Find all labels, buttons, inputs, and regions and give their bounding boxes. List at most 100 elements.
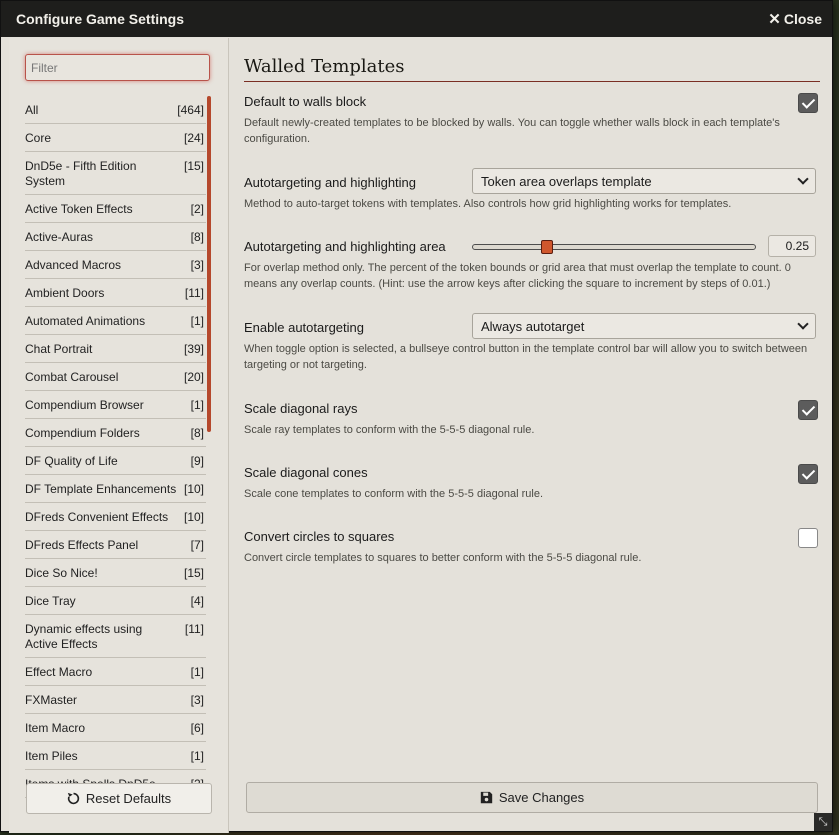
category-count: [8] bbox=[190, 230, 204, 244]
setting-label: Scale diagonal rays bbox=[244, 401, 358, 416]
category-name: Compendium Browser bbox=[25, 398, 144, 412]
category-count: [1] bbox=[190, 665, 204, 679]
sidebar-category-item[interactable]: Item Piles [1] bbox=[25, 742, 206, 770]
setting-label: Scale diagonal cones bbox=[244, 465, 368, 480]
category-count: [39] bbox=[183, 342, 204, 356]
category-name: Core bbox=[25, 131, 52, 145]
category-name: DF Template Enhancements bbox=[25, 482, 177, 496]
category-name: Dice Tray bbox=[25, 594, 76, 608]
diagonal-rays-checkbox[interactable] bbox=[798, 400, 818, 420]
category-count: [1] bbox=[190, 398, 204, 412]
area-value-input[interactable]: 0.25 bbox=[768, 235, 816, 257]
category-count: [4] bbox=[190, 594, 204, 608]
setting-walls-block: Default to walls block Default newly-cre… bbox=[244, 93, 818, 147]
undo-icon bbox=[67, 792, 80, 805]
category-name: FXMaster bbox=[25, 693, 78, 707]
settings-window: Configure Game Settings ✕ Close All [464]… bbox=[0, 0, 833, 833]
category-sidebar: All [464] Core [24] DnD5e - Fifth Edition Sy… bbox=[9, 38, 229, 833]
sidebar-category-item[interactable]: Core [24] bbox=[25, 124, 206, 152]
category-name: Item Piles bbox=[25, 749, 78, 763]
sidebar-scrollbar[interactable] bbox=[207, 96, 211, 432]
category-name: Active Token Effects bbox=[25, 202, 133, 216]
sidebar-category-item[interactable]: FXMaster [3] bbox=[25, 686, 206, 714]
category-count: [9] bbox=[190, 454, 204, 468]
category-count: [11] bbox=[184, 286, 204, 300]
window-title: Configure Game Settings bbox=[16, 11, 185, 27]
sidebar-category-item[interactable]: DnD5e - Fifth Edition System [15] bbox=[25, 152, 206, 195]
setting-autotargeting: Autotargeting and highlighting Token are… bbox=[244, 168, 818, 212]
sidebar-category-item[interactable]: DF Quality of Life [9] bbox=[25, 447, 206, 475]
close-icon: ✕ bbox=[768, 11, 781, 28]
setting-circles-squares: Convert circles to squares Convert circl… bbox=[244, 528, 818, 566]
sidebar-category-item[interactable]: Dice So Nice! [15] bbox=[25, 559, 206, 587]
category-count: [3] bbox=[190, 258, 204, 272]
category-count: [20] bbox=[183, 370, 204, 384]
category-count: [10] bbox=[183, 510, 204, 524]
close-button[interactable]: ✕ Close bbox=[768, 10, 822, 28]
setting-hint: Method to auto-target tokens with templa… bbox=[244, 198, 732, 210]
diagonal-cones-checkbox[interactable] bbox=[798, 464, 818, 484]
reset-defaults-button[interactable]: Reset Defaults bbox=[26, 783, 212, 814]
setting-enable-autotargeting: Enable autotargeting Always autotarget W… bbox=[244, 313, 818, 373]
sidebar-category-item[interactable]: Item Macro [6] bbox=[25, 714, 206, 742]
category-name: Chat Portrait bbox=[25, 342, 93, 356]
sidebar-category-item[interactable]: Compendium Browser [1] bbox=[25, 391, 206, 419]
circles-squares-checkbox[interactable] bbox=[798, 528, 818, 548]
enable-autotargeting-select[interactable]: Always autotarget bbox=[472, 313, 816, 339]
settings-panel: Walled Templates Default to walls block … bbox=[230, 38, 833, 833]
category-name: Ambient Doors bbox=[25, 286, 105, 300]
category-count: [15] bbox=[183, 566, 204, 580]
category-name: Dynamic effects using Active Effects bbox=[25, 622, 143, 651]
sidebar-category-item[interactable]: Combat Carousel [20] bbox=[25, 363, 206, 391]
category-name: Automated Animations bbox=[25, 314, 146, 328]
autotargeting-select[interactable]: Token area overlaps template bbox=[472, 168, 816, 194]
setting-hint: Convert circle templates to squares to b… bbox=[244, 552, 642, 564]
save-changes-button[interactable]: Save Changes bbox=[246, 782, 818, 813]
category-count: [10] bbox=[183, 482, 204, 496]
select-value: Token area overlaps template bbox=[481, 173, 652, 189]
resize-handle-icon[interactable]: ⤡ bbox=[814, 813, 832, 831]
save-changes-label: Save Changes bbox=[498, 790, 585, 805]
sidebar-category-item[interactable]: DFreds Convenient Effects [10] bbox=[25, 503, 206, 531]
setting-hint: When toggle option is selected, a bullse… bbox=[244, 343, 808, 371]
category-name: Combat Carousel bbox=[25, 370, 119, 384]
sidebar-category-item[interactable]: Automated Animations [1] bbox=[25, 307, 206, 335]
setting-hint: Default newly-created templates to be bl… bbox=[244, 117, 780, 145]
category-name: Item Macro bbox=[25, 721, 86, 735]
area-slider-thumb[interactable] bbox=[541, 240, 553, 254]
category-name: DnD5e - Fifth Edition System bbox=[25, 159, 137, 188]
sidebar-category-item[interactable]: Chat Portrait [39] bbox=[25, 335, 206, 363]
select-value: Always autotarget bbox=[481, 318, 585, 334]
sidebar-category-item[interactable]: Ambient Doors [11] bbox=[25, 279, 206, 307]
category-count: [6] bbox=[190, 721, 204, 735]
sidebar-category-item[interactable]: Dynamic effects using Active Effects [11] bbox=[25, 615, 206, 658]
sidebar-category-item[interactable]: DF Template Enhancements [10] bbox=[25, 475, 206, 503]
sidebar-category-item[interactable]: Effect Macro [1] bbox=[25, 658, 206, 686]
setting-label: Default to walls block bbox=[244, 94, 367, 109]
sidebar-category-item[interactable]: All [464] bbox=[25, 96, 206, 124]
category-name: DF Quality of Life bbox=[25, 454, 118, 468]
area-slider-track[interactable] bbox=[472, 240, 756, 254]
category-count: [8] bbox=[190, 426, 204, 440]
window-titlebar[interactable]: Configure Game Settings ✕ Close bbox=[1, 1, 832, 37]
sidebar-category-item[interactable]: DFreds Effects Panel [7] bbox=[25, 531, 206, 559]
category-name: Active-Auras bbox=[25, 230, 94, 244]
category-count: [464] bbox=[177, 103, 204, 117]
walls-block-checkbox[interactable] bbox=[798, 93, 818, 113]
setting-label: Convert circles to squares bbox=[244, 529, 395, 544]
chevron-down-icon bbox=[797, 318, 809, 330]
filter-input[interactable] bbox=[25, 54, 210, 81]
sidebar-category-item[interactable]: Advanced Macros [3] bbox=[25, 251, 206, 279]
category-count: [7] bbox=[190, 538, 204, 552]
sidebar-category-item[interactable]: Active Token Effects [2] bbox=[25, 195, 206, 223]
category-name: All bbox=[25, 103, 39, 117]
category-list: All [464] Core [24] DnD5e - Fifth Edition Sy… bbox=[25, 96, 206, 798]
sidebar-category-item[interactable]: Active-Auras [8] bbox=[25, 223, 206, 251]
sidebar-category-item[interactable]: Compendium Folders [8] bbox=[25, 419, 206, 447]
category-count: [1] bbox=[190, 314, 204, 328]
sidebar-category-item[interactable]: Dice Tray [4] bbox=[25, 587, 206, 615]
category-count: [3] bbox=[190, 693, 204, 707]
reset-defaults-label: Reset Defaults bbox=[85, 791, 172, 806]
category-count: [15] bbox=[183, 159, 204, 173]
setting-diagonal-cones: Scale diagonal cones Scale cone template… bbox=[244, 464, 818, 502]
